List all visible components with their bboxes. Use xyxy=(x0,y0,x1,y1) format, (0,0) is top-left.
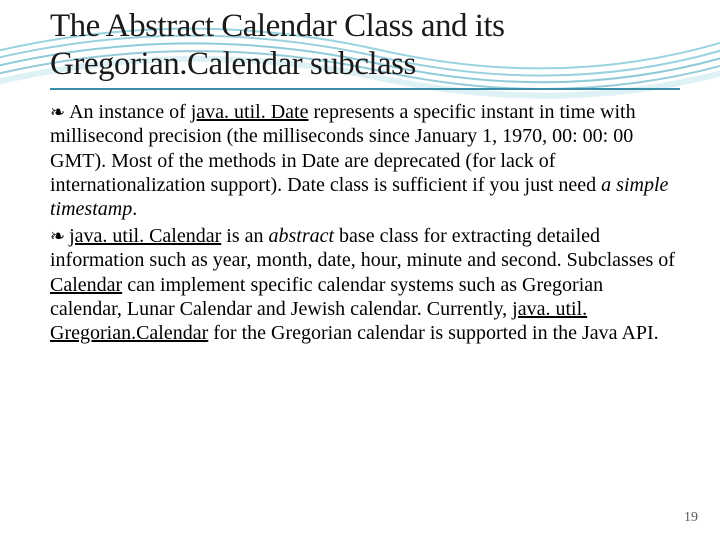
slide-title: The Abstract Calendar Class and its Greg… xyxy=(50,8,680,90)
p2-text-d: for the Gregorian calendar is supported … xyxy=(208,322,658,344)
page-number: 19 xyxy=(684,510,698,526)
p2-italic-1: abstract xyxy=(268,225,334,247)
paragraph-1: ❧An instance of java. util. Date represe… xyxy=(50,100,680,222)
paragraph-2: ❧java. util. Calendar is an abstract bas… xyxy=(50,224,680,346)
p1-text-c: . xyxy=(132,198,137,220)
p2-underline-2: Calendar xyxy=(50,274,122,296)
p2-underline-1: java. util. Calendar xyxy=(69,225,221,247)
p1-text-a: An instance of xyxy=(69,101,191,123)
slide-body: ❧An instance of java. util. Date represe… xyxy=(50,100,680,346)
p2-text-a: is an xyxy=(221,225,268,247)
bullet-icon: ❧ xyxy=(50,226,65,248)
bullet-icon: ❧ xyxy=(50,102,65,124)
p1-underline-1: java. util. Date xyxy=(191,101,309,123)
slide-content: The Abstract Calendar Class and its Greg… xyxy=(0,0,720,346)
